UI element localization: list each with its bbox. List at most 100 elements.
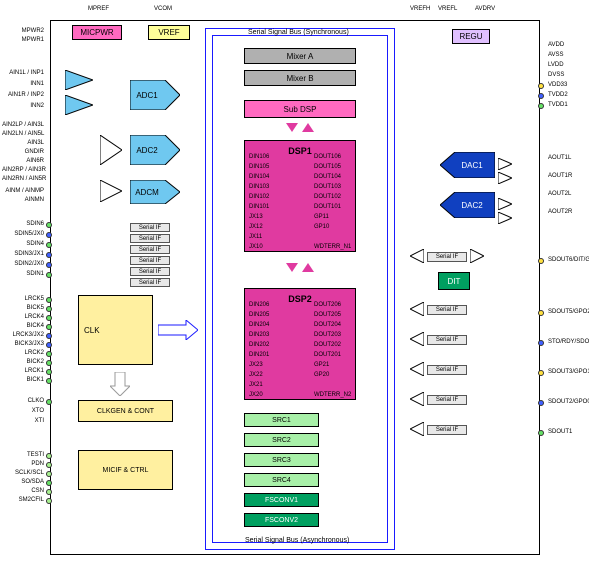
pin-dot-icon [46,252,52,258]
dsp-port: DOUT206 [314,302,341,308]
arrow-icon [302,263,314,272]
pin-dot-icon [46,498,52,504]
pin-label: SDOUT6/DIT/GPO3 [548,257,589,263]
regu-block: REGU [452,29,490,44]
pin-top: VREFH [410,6,430,12]
dsp-port: GP21 [314,362,329,368]
dit-block: DIT [438,272,470,290]
pin-label: XTO [2,408,44,414]
pin-label: AIN2RP / AIN3R [2,167,44,173]
src3: SRC3 [244,453,319,467]
pin-label: BICK4 [2,323,44,329]
pin-dot-icon [46,242,52,248]
serif-r2: Serial IF [427,305,467,315]
pin-dot-icon [46,297,52,303]
pin-dot-icon [538,340,544,346]
block-arrow-icon [158,320,198,340]
serif-l2: Serial IF [130,234,170,243]
out-tri [410,249,424,263]
pin-label: AOUT2L [548,191,571,197]
pin-dot-icon [46,351,52,357]
out-tri [498,158,512,170]
pin-dot-icon [46,306,52,312]
pin-label: LRCK2 [2,350,44,356]
pin-label: AIN6R [2,158,44,164]
dsp-port: DIN104 [249,174,269,180]
pin-dot-icon [538,400,544,406]
serif-l4: Serial IF [130,256,170,265]
pin-dot-icon [46,262,52,268]
amp-triangle [100,135,122,165]
pin-label: BICK5 [2,305,44,311]
pin-dot-icon [538,83,544,89]
pin-dot-icon [46,342,52,348]
amp-triangle [65,70,93,90]
pin-label: SDIN2/JX0 [2,261,44,267]
out-tri [498,198,512,210]
out-tri [410,422,424,436]
dsp-port: DOUT205 [314,312,341,318]
dsp-port: JX20 [249,392,263,398]
sub-dsp: Sub DSP [244,100,356,118]
pin-label: INN2 [2,103,44,109]
pin-label: AIN2LP / AIN3L [2,122,44,128]
pin-dot-icon [46,489,52,495]
dsp-port: WDTERR_N1 [314,244,351,250]
pin-label: SDIN5/JX0 [2,231,44,237]
arrow-icon [286,263,298,272]
block-arrow-icon [110,372,130,396]
dsp-port: JX13 [249,214,263,220]
pin-dot-icon [46,399,52,405]
pin-label: SDOUT3/GPO1 [548,369,589,375]
dac2: DAC2 [440,192,495,218]
src2: SRC2 [244,433,319,447]
dsp-port: DOUT103 [314,184,341,190]
dsp-port: DOUT203 [314,332,341,338]
pin-label: AVSS [548,52,564,58]
dsp-port: DOUT101 [314,204,341,210]
mixer-a: Mixer A [244,48,356,64]
dsp-port: GP20 [314,372,329,378]
pin-dot-icon [46,272,52,278]
dsp-port: DOUT102 [314,194,341,200]
out-tri [498,172,512,184]
pin-label: TVDD1 [548,102,568,108]
dac1: DAC1 [440,152,495,178]
out-tri [410,392,424,406]
amp-triangle [100,180,122,202]
pin-label: AIN3L [2,140,44,146]
fsconv1: FSCONV1 [244,493,319,507]
pin-label: GNDIR [2,149,44,155]
dsp-port: JX22 [249,372,263,378]
pin-label: AIN2LN / AIN5L [2,131,44,137]
micf-block: MICIF & CTRL [78,450,173,490]
pin-label: SDIN1 [2,271,44,277]
pin-label: LRCK5 [2,296,44,302]
clkgen-block: CLKGEN & CONT [78,400,173,422]
pin-dot-icon [46,324,52,330]
pin-label: CLKO [2,398,44,404]
pin-label: AOUT1L [548,155,571,161]
out-tri [470,249,484,263]
serif-r1: Serial IF [427,252,467,262]
fsconv2: FSCONV2 [244,513,319,527]
pin-label: TESTI [2,452,44,458]
pin-label: AINM / AINMP [2,188,44,194]
src1: SRC1 [244,413,319,427]
pin-label: SO/SDA [2,479,44,485]
dsp-port: DIN202 [249,342,269,348]
pin-label: SDIN3/JX1 [2,251,44,257]
pin-top: VREFL [438,6,457,12]
dsp-port: DIN203 [249,332,269,338]
pin-top: MPREF [88,6,109,12]
pin-label: INN1 [2,81,44,87]
vref-block: VREF [148,25,190,40]
pin-dot-icon [46,232,52,238]
pin-label: PDN [2,461,44,467]
micpwr-block: MICPWR [72,25,122,40]
dsp-port: DOUT105 [314,164,341,170]
pin-label: SDOUT2/GPO0 [548,399,589,405]
pin-dot-icon [46,222,52,228]
pin-label: AIN1L / INP1 [2,70,44,76]
serif-l6: Serial IF [130,278,170,287]
